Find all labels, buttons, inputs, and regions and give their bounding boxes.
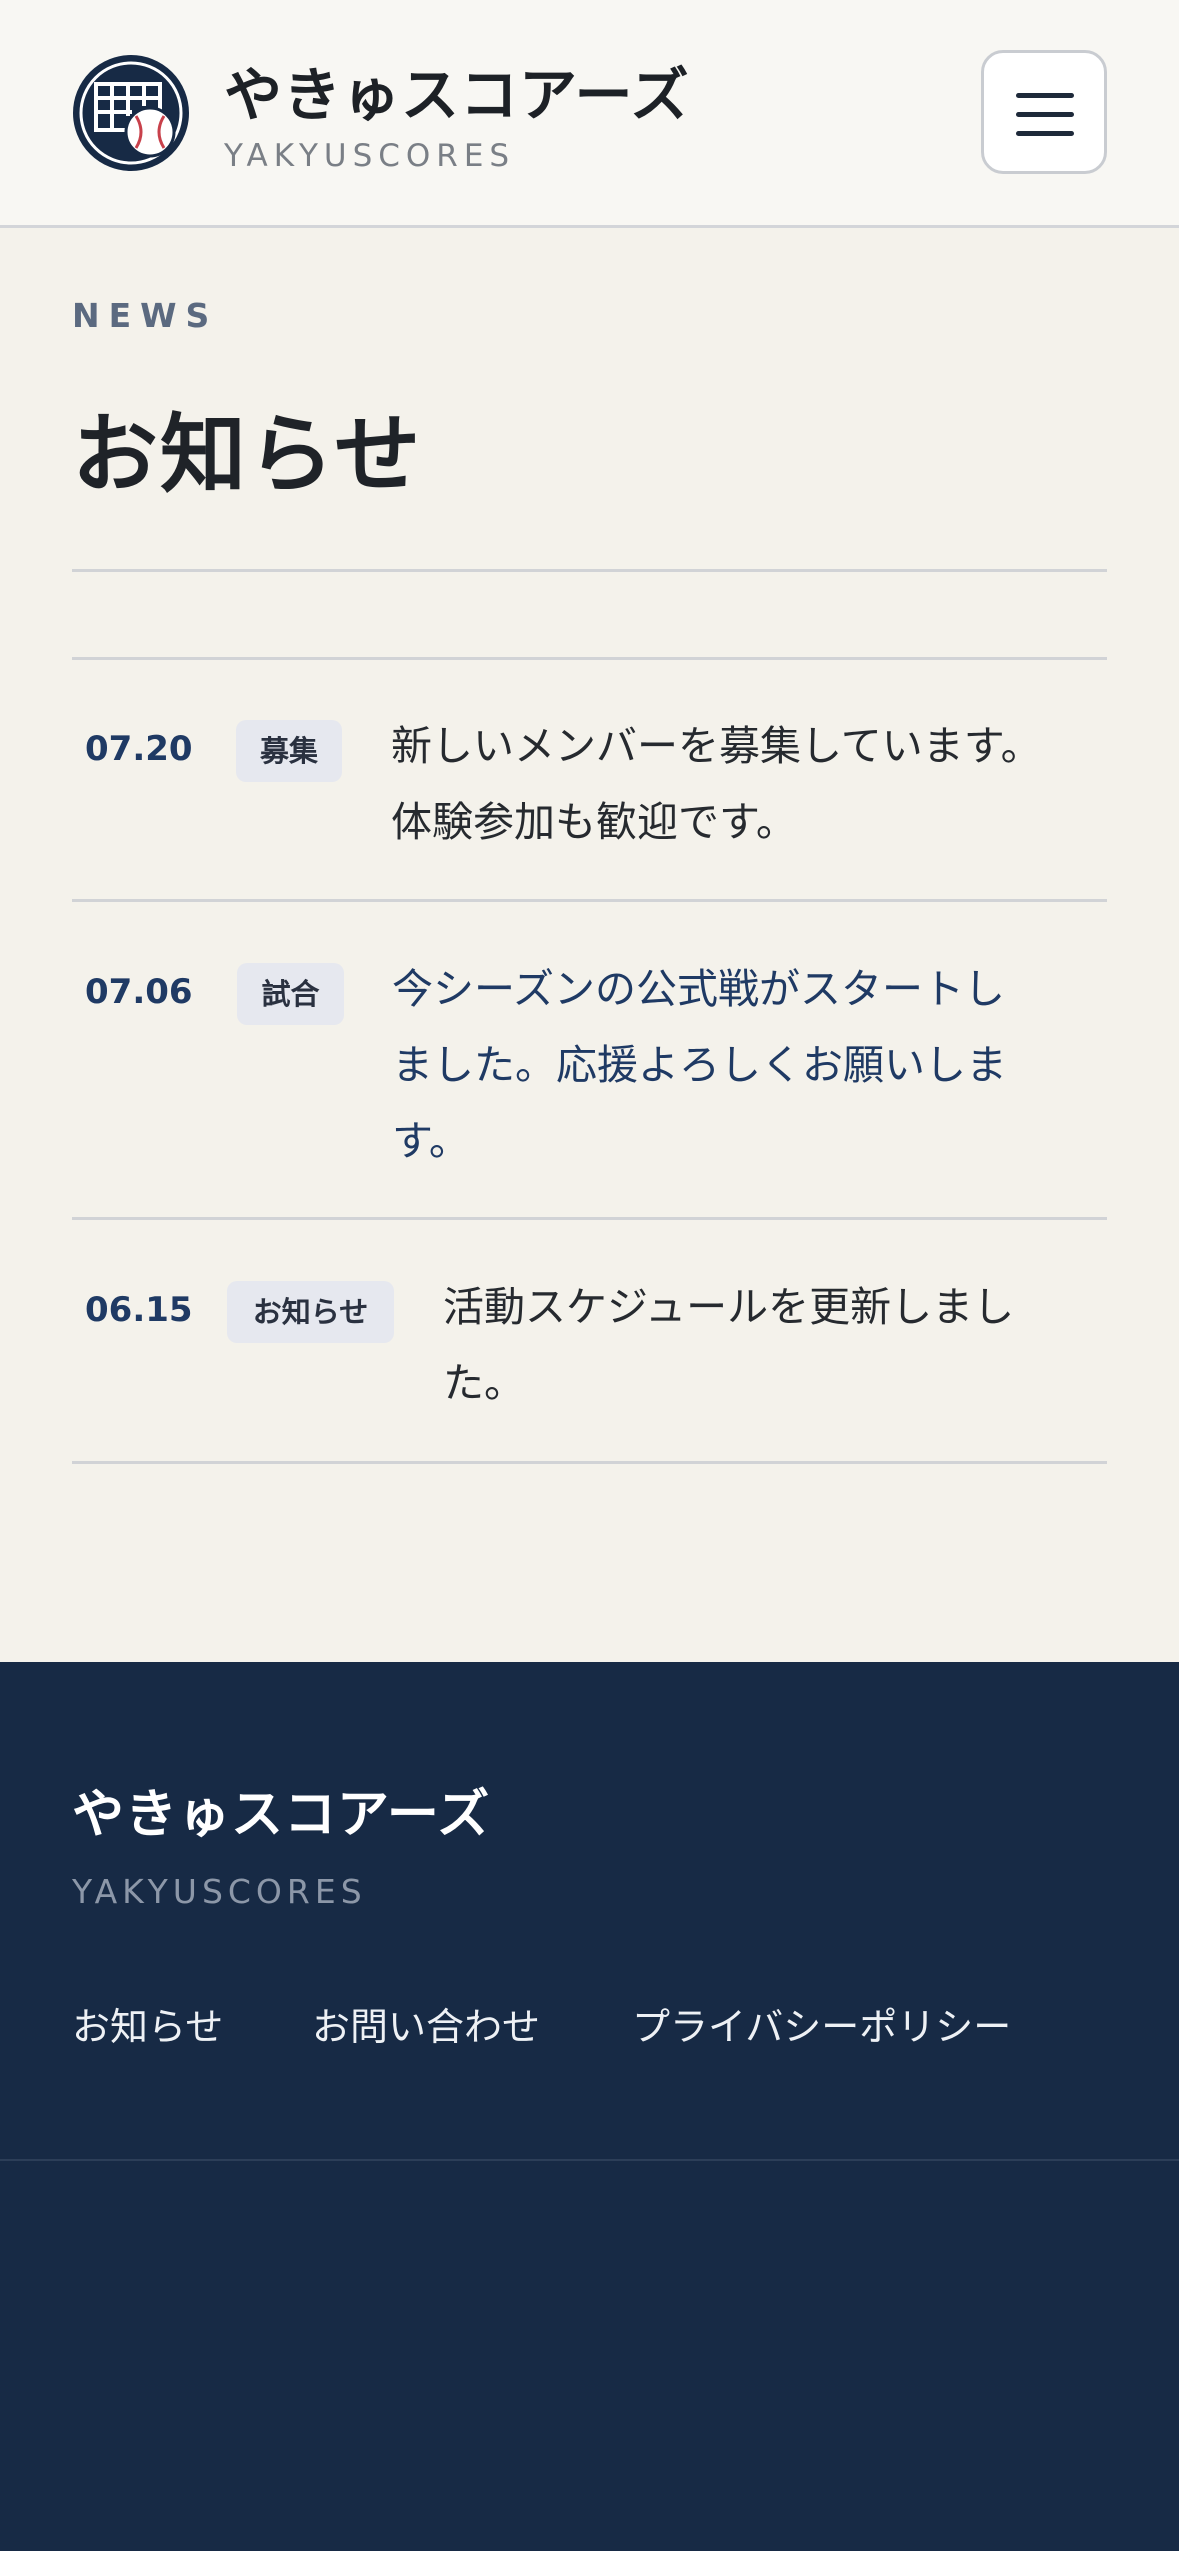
divider xyxy=(72,1217,1107,1220)
divider xyxy=(72,1461,1107,1464)
divider xyxy=(72,899,1107,902)
brand-name[interactable]: やきゅスコアーズ xyxy=(224,48,690,132)
footer-link-news[interactable]: お知らせ xyxy=(72,1996,223,2051)
news-tag: 試合 xyxy=(237,963,344,1025)
news-tag: お知らせ xyxy=(227,1281,394,1343)
hamburger-icon xyxy=(1016,93,1074,98)
footer-link-privacy[interactable]: プライバシーポリシー xyxy=(632,1996,1011,2051)
news-text-line: 活動スケジュールを更新しまし xyxy=(443,1283,1015,1331)
menu-button[interactable] xyxy=(981,50,1107,174)
news-date: 07.06 xyxy=(85,972,193,1012)
hamburger-icon xyxy=(1016,112,1074,117)
divider xyxy=(72,569,1107,572)
brand-subtitle: YAKYUSCORES xyxy=(224,138,516,174)
site-footer: やきゅスコアーズ YAKYUSCORES お知らせ お問い合わせ プライバシーポ… xyxy=(0,1662,1179,2551)
footer-brand-subtitle: YAKYUSCORES xyxy=(72,1872,367,1911)
news-text[interactable]: 新しいメンバーを募集しています。 体験参加も歓迎です。 xyxy=(391,708,1042,860)
news-text-line: た。 xyxy=(443,1359,525,1407)
news-text-line: 今シーズンの公式戦がスタートし xyxy=(392,965,1005,1013)
news-link[interactable]: 今シーズンの公式戦がスタートし ました。応援よろしくお願いしま す。 xyxy=(392,951,1007,1179)
news-text-line: ました。応援よろしくお願いしま xyxy=(392,1041,1007,1089)
scoreboard-baseball-icon[interactable] xyxy=(72,54,190,172)
news-text[interactable]: 活動スケジュールを更新しまし た。 xyxy=(443,1269,1014,1421)
site-header: やきゅスコアーズ YAKYUSCORES xyxy=(0,0,1179,228)
divider xyxy=(72,657,1107,660)
hamburger-icon xyxy=(1016,131,1074,136)
page-title: お知らせ xyxy=(72,405,423,505)
footer-brand-name: やきゅスコアーズ xyxy=(72,1785,491,1845)
news-date: 06.15 xyxy=(85,1290,193,1330)
footer-link-contact[interactable]: お問い合わせ xyxy=(312,1996,540,2051)
news-text-line: 新しいメンバーを募集しています。 xyxy=(391,722,1042,770)
footer-divider xyxy=(0,2159,1179,2161)
news-date: 07.20 xyxy=(85,729,193,769)
section-eyebrow: NEWS xyxy=(72,296,219,335)
news-text-line: す。 xyxy=(392,1117,470,1165)
news-text-line: 体験参加も歓迎です。 xyxy=(391,798,797,846)
news-tag: 募集 xyxy=(236,720,342,782)
